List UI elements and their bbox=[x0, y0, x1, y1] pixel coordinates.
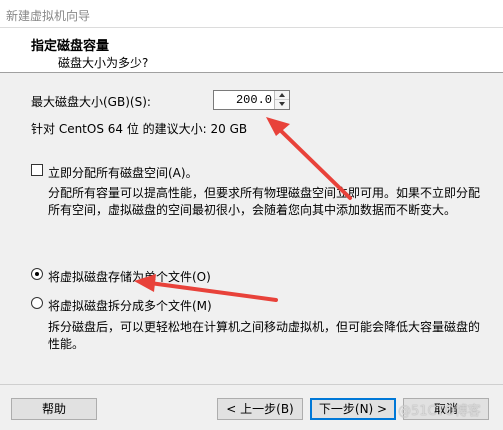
wizard-header: 指定磁盘容量 磁盘大小为多少? bbox=[0, 28, 503, 73]
stepper-up-button[interactable] bbox=[275, 91, 289, 100]
watermark: @51CTO博客 bbox=[398, 404, 481, 419]
split-desc-line: 性能。 bbox=[48, 337, 85, 351]
footer-divider bbox=[0, 384, 503, 385]
allocate-all-label[interactable]: 立即分配所有磁盘空间(A)。 bbox=[48, 164, 198, 181]
allocate-all-checkbox[interactable] bbox=[31, 164, 43, 176]
allocate-desc-line: 分配所有容量可以提高性能，但要求所有物理磁盘空间立即可用。如果不立即分配 bbox=[48, 186, 481, 200]
stepper-down-button[interactable] bbox=[275, 100, 289, 109]
single-file-label[interactable]: 将虚拟磁盘存储为单个文件(O) bbox=[48, 268, 211, 285]
max-disk-size-input[interactable] bbox=[214, 91, 274, 109]
title-bar: 新建虚拟机向导 bbox=[0, 0, 503, 28]
back-button[interactable]: < 上一步(B) bbox=[217, 398, 303, 420]
split-desc-line: 拆分磁盘后，可以更轻松地在计算机之间移动虚拟机，但可能会降低大容量磁盘的 bbox=[48, 320, 481, 334]
allocate-desc-line: 所有空间，虚拟磁盘的空间最初很小，会随着您向其中添加数据而不断变大。 bbox=[48, 203, 457, 217]
chevron-up-icon bbox=[279, 93, 285, 97]
radio-selected-dot bbox=[35, 272, 39, 276]
max-disk-size-stepper[interactable] bbox=[213, 90, 290, 110]
next-button[interactable]: 下一步(N) > bbox=[310, 398, 396, 420]
chevron-down-icon bbox=[279, 102, 285, 106]
split-description: 拆分磁盘后，可以更轻松地在计算机之间移动虚拟机，但可能会降低大容量磁盘的 性能。 bbox=[48, 319, 488, 353]
split-files-label[interactable]: 将虚拟磁盘拆分成多个文件(M) bbox=[48, 297, 212, 314]
page-title: 指定磁盘容量 bbox=[31, 39, 110, 54]
single-file-radio[interactable] bbox=[31, 268, 43, 280]
allocate-description: 分配所有容量可以提高性能，但要求所有物理磁盘空间立即可用。如果不立即分配 所有空… bbox=[48, 185, 488, 219]
help-button[interactable]: 帮助 bbox=[11, 398, 97, 420]
max-disk-size-label: 最大磁盘大小(GB)(S): bbox=[31, 95, 151, 109]
window-title: 新建虚拟机向导 bbox=[6, 9, 91, 23]
recommended-size-text: 针对 CentOS 64 位 的建议大小: 20 GB bbox=[31, 122, 248, 136]
page-subtitle: 磁盘大小为多少? bbox=[58, 56, 149, 70]
split-files-radio[interactable] bbox=[31, 297, 43, 309]
